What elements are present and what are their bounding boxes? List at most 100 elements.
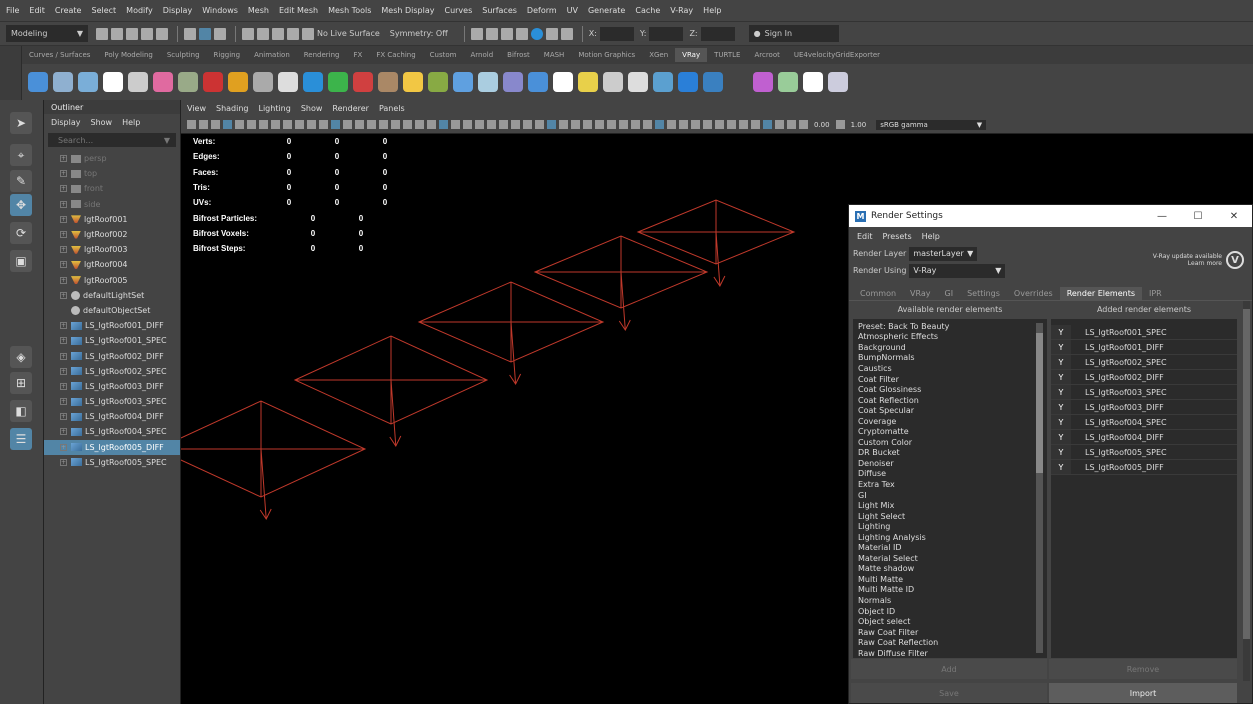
outliner-item[interactable]: + LS_lgtRoof001_SPEC — [44, 333, 180, 348]
available-element-item[interactable]: Custom Color — [853, 437, 1047, 448]
viewport-tool-icon[interactable] — [799, 120, 808, 129]
shelf-tool-icon[interactable] — [803, 72, 823, 92]
viewport-tool-icon[interactable] — [763, 120, 772, 129]
z-field[interactable] — [700, 26, 735, 41]
shelf-tool-icon[interactable] — [353, 72, 373, 92]
added-element-item[interactable]: Y LS_lgtRoof004_SPEC — [1051, 415, 1237, 430]
viewport-tool-icon[interactable] — [775, 120, 784, 129]
menu-item[interactable]: Cache — [635, 6, 660, 15]
shelf-tab[interactable]: Rendering — [297, 51, 347, 59]
available-element-item[interactable]: Background — [853, 342, 1047, 353]
shelf-tab[interactable]: TURTLE — [707, 51, 747, 59]
enabled-flag[interactable]: Y — [1051, 370, 1071, 384]
enabled-flag[interactable]: Y — [1051, 325, 1071, 339]
menu-item[interactable]: Modify — [126, 6, 153, 15]
shelf-tab[interactable]: Sculpting — [160, 51, 207, 59]
outliner-item[interactable]: + LS_lgtRoof004_SPEC — [44, 424, 180, 439]
available-element-item[interactable]: Coverage — [853, 416, 1047, 427]
shelf-tool-icon[interactable] — [128, 72, 148, 92]
expand-icon[interactable]: + — [60, 352, 67, 360]
enabled-flag[interactable]: Y — [1051, 415, 1071, 429]
expand-icon[interactable]: + — [60, 382, 67, 390]
available-element-item[interactable]: Material ID — [853, 542, 1047, 553]
viewport-menu-item[interactable]: Renderer — [332, 104, 369, 113]
viewport-menu-item[interactable]: Show — [301, 104, 323, 113]
scale-tool-icon[interactable]: ▣ — [10, 250, 32, 272]
outliner-item[interactable]: + LS_lgtRoof005_SPEC — [44, 455, 180, 470]
viewport-menu-item[interactable]: View — [187, 104, 206, 113]
outliner-item[interactable]: + lgtRoof005 — [44, 273, 180, 288]
shelf-tool-icon[interactable] — [403, 72, 423, 92]
render-settings-tab[interactable]: VRay — [903, 287, 938, 300]
shelf-handle[interactable] — [0, 46, 22, 100]
menu-item[interactable]: V-Ray — [670, 6, 693, 15]
added-element-item[interactable]: Y LS_lgtRoof002_DIFF — [1051, 370, 1237, 385]
shelf-tab[interactable]: Poly Modeling — [97, 51, 159, 59]
enabled-flag[interactable]: Y — [1051, 400, 1071, 414]
shelf-tab[interactable]: Motion Graphics — [571, 51, 642, 59]
window-titlebar[interactable]: M Render Settings — ☐ ✕ — [849, 205, 1252, 227]
shelf-tool-icon[interactable] — [478, 72, 498, 92]
shelf-tool-icon[interactable] — [678, 72, 698, 92]
viewport-tool-icon[interactable] — [523, 120, 532, 129]
expand-icon[interactable]: + — [60, 291, 67, 299]
outliner-item[interactable]: + top — [44, 166, 180, 181]
x-field[interactable] — [599, 26, 634, 41]
viewport-tool-icon[interactable] — [727, 120, 736, 129]
shelf-tool-icon[interactable] — [553, 72, 573, 92]
viewport-menu-item[interactable]: Lighting — [258, 104, 290, 113]
area-light-wireframe[interactable] — [636, 199, 796, 287]
viewport-tool-icon[interactable] — [739, 120, 748, 129]
expand-icon[interactable]: + — [60, 215, 67, 223]
added-element-item[interactable]: Y LS_lgtRoof003_DIFF — [1051, 400, 1237, 415]
menu-item[interactable]: Edit — [29, 6, 45, 15]
viewport-tool-icon[interactable] — [715, 120, 724, 129]
outliner-item[interactable]: + lgtRoof004 — [44, 257, 180, 272]
viewport-tool-icon[interactable] — [319, 120, 328, 129]
snap-point-icon[interactable] — [272, 27, 284, 40]
save-scene-icon[interactable] — [126, 27, 138, 40]
viewport-tool-icon[interactable] — [235, 120, 244, 129]
outliner-item[interactable]: +defaultObjectSet — [44, 303, 180, 318]
viewport-tool-icon[interactable] — [571, 120, 580, 129]
outliner-item[interactable]: + LS_lgtRoof002_DIFF — [44, 348, 180, 363]
shelf-tool-icon[interactable] — [653, 72, 673, 92]
shelf-tool-icon[interactable] — [728, 72, 748, 92]
viewport-tool-icon[interactable] — [499, 120, 508, 129]
shelf-tab[interactable]: UE4velocityGridExporter — [787, 51, 887, 59]
viewport-tool-icon[interactable] — [751, 120, 760, 129]
expand-icon[interactable]: + — [60, 276, 67, 284]
viewport-tool-icon[interactable] — [355, 120, 364, 129]
available-element-item[interactable]: Coat Reflection — [853, 395, 1047, 406]
viewport-tool-icon[interactable] — [439, 120, 448, 129]
renderer-select[interactable]: V-Ray ▼ — [909, 263, 1006, 278]
available-element-item[interactable]: Multi Matte ID — [853, 585, 1047, 596]
viewport-tool-icon[interactable] — [331, 120, 340, 129]
snap-curve-icon[interactable] — [257, 27, 269, 40]
shelf-tool-icon[interactable] — [503, 72, 523, 92]
available-element-item[interactable]: Raw Coat Filter — [853, 627, 1047, 638]
viewport-tool-icon[interactable] — [307, 120, 316, 129]
shelf-tool-icon[interactable] — [753, 72, 773, 92]
shelf-tab[interactable]: Animation — [247, 51, 297, 59]
render-settings-menu-item[interactable]: Presets — [883, 232, 912, 241]
available-element-item[interactable]: BumpNormals — [853, 353, 1047, 364]
scrollbar[interactable] — [1036, 323, 1043, 653]
shelf-tool-icon[interactable] — [453, 72, 473, 92]
added-element-item[interactable]: Y LS_lgtRoof002_SPEC — [1051, 355, 1237, 370]
shelf-tab[interactable]: Curves / Surfaces — [22, 51, 97, 59]
outliner-menu-item[interactable]: Display — [51, 118, 81, 127]
shelf-tool-icon[interactable] — [378, 72, 398, 92]
shelf-tab[interactable]: VRay — [675, 48, 708, 62]
outliner-search-input[interactable]: Search... ▼ — [48, 133, 176, 147]
added-elements-list[interactable]: Y LS_lgtRoof001_SPEC Y LS_lgtRoof001_DIFF Y L… — [1051, 319, 1237, 658]
shelf-tab[interactable]: FX — [347, 51, 370, 59]
available-elements-list[interactable]: Preset: Back To Beauty Atmospheric Effect… — [853, 319, 1047, 658]
move-tool-icon[interactable]: ✥ — [10, 194, 32, 216]
available-element-item[interactable]: Light Mix — [853, 500, 1047, 511]
shelf-tool-icon[interactable] — [228, 72, 248, 92]
outliner-item[interactable]: + side — [44, 197, 180, 212]
shelf-tool-icon[interactable] — [603, 72, 623, 92]
redo-icon[interactable] — [156, 27, 168, 40]
shelf-tool-icon[interactable] — [628, 72, 648, 92]
